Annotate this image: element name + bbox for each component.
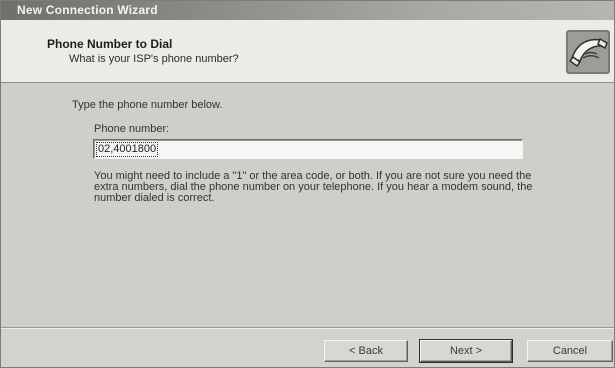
next-button[interactable]: Next > xyxy=(419,339,513,363)
phone-connection-icon xyxy=(566,30,610,74)
cancel-button[interactable]: Cancel xyxy=(527,340,613,362)
phone-number-input[interactable]: 02,4001800 xyxy=(93,139,523,159)
footer-divider xyxy=(1,328,614,329)
phone-number-label: Phone number: xyxy=(94,123,170,135)
wizard-footer: < Back Next > Cancel xyxy=(1,327,614,367)
hint-text: You might need to include a "1" or the a… xyxy=(94,170,533,204)
wizard-header: Phone Number to Dial What is your ISP's … xyxy=(1,20,614,83)
window-title: New Connection Wizard xyxy=(17,3,158,17)
phone-number-value: 02,4001800 xyxy=(96,142,159,157)
page-title: Phone Number to Dial xyxy=(47,37,173,51)
wizard-window: New Connection Wizard Phone Number to Di… xyxy=(0,0,615,368)
title-bar[interactable]: New Connection Wizard xyxy=(1,1,614,20)
instruction-text: Type the phone number below. xyxy=(72,99,223,111)
page-subtitle: What is your ISP's phone number? xyxy=(69,53,239,65)
wizard-content: Type the phone number below. Phone numbe… xyxy=(1,83,614,327)
back-button[interactable]: < Back xyxy=(324,340,408,362)
